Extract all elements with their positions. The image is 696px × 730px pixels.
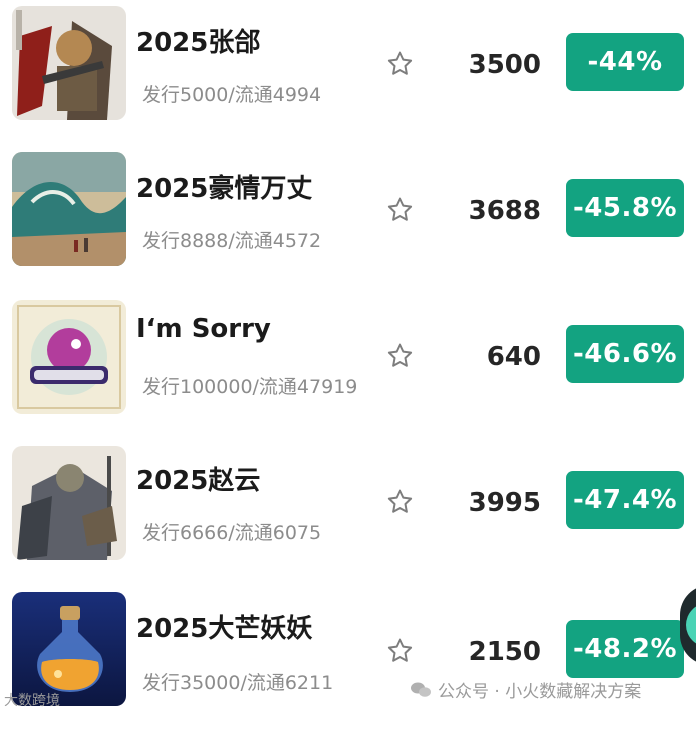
list-item[interactable]: 2025赵云 发行6666/流通6075 3995 -47.4% bbox=[0, 438, 696, 584]
item-issue-info: 发行100000/流通47919 bbox=[142, 376, 358, 398]
star-outline-icon[interactable] bbox=[385, 636, 415, 666]
change-badge: -44% bbox=[566, 33, 684, 91]
change-badge: -45.8% bbox=[566, 179, 684, 237]
star-outline-icon[interactable] bbox=[385, 195, 415, 225]
item-price: 2150 bbox=[468, 637, 541, 667]
watermark-left: 大数跨境 bbox=[4, 693, 60, 709]
item-issue-info: 发行6666/流通6075 bbox=[142, 522, 322, 544]
general-thumbnail[interactable] bbox=[12, 446, 126, 560]
list-item[interactable]: I‘m Sorry 发行100000/流通47919 640 -46.6% bbox=[0, 292, 696, 438]
wave-landscape-thumbnail[interactable] bbox=[12, 152, 126, 266]
watermark-right: 公众号 · 小火数藏解决方案 bbox=[410, 677, 641, 702]
warrior-thumbnail[interactable] bbox=[12, 6, 126, 120]
item-issue-info: 发行8888/流通4572 bbox=[142, 230, 322, 252]
item-issue-info: 发行5000/流通4994 bbox=[142, 84, 322, 106]
item-issue-info: 发行35000/流通6211 bbox=[142, 672, 334, 694]
item-title: 2025张郃 bbox=[136, 28, 261, 58]
item-title: 2025赵云 bbox=[136, 466, 261, 496]
item-title: 2025豪情万丈 bbox=[136, 174, 313, 204]
dinosaur-badge-thumbnail[interactable] bbox=[12, 300, 126, 414]
list-item[interactable]: 2025张郃 发行5000/流通4994 3500 -44% bbox=[0, 0, 696, 146]
item-price: 3688 bbox=[468, 196, 541, 226]
change-badge: -47.4% bbox=[566, 471, 684, 529]
list-item[interactable]: 2025大芒妖妖 发行35000/流通6211 2150 -48.2% bbox=[0, 584, 696, 730]
wechat-icon bbox=[410, 681, 432, 699]
item-price: 3995 bbox=[468, 488, 541, 518]
list-item[interactable]: 2025豪情万丈 发行8888/流通4572 3688 -45.8% bbox=[0, 146, 696, 292]
star-outline-icon[interactable] bbox=[385, 487, 415, 517]
watermark-right-text: 公众号 · 小火数藏解决方案 bbox=[438, 682, 642, 702]
item-price: 640 bbox=[486, 342, 541, 372]
potion-bottle-thumbnail[interactable] bbox=[12, 592, 126, 706]
item-title: I‘m Sorry bbox=[136, 314, 271, 344]
star-outline-icon[interactable] bbox=[385, 49, 415, 79]
item-price: 3500 bbox=[468, 50, 541, 80]
change-badge: -48.2% bbox=[566, 620, 684, 678]
change-badge: -46.6% bbox=[566, 325, 684, 383]
star-outline-icon[interactable] bbox=[385, 341, 415, 371]
item-title: 2025大芒妖妖 bbox=[136, 614, 313, 644]
